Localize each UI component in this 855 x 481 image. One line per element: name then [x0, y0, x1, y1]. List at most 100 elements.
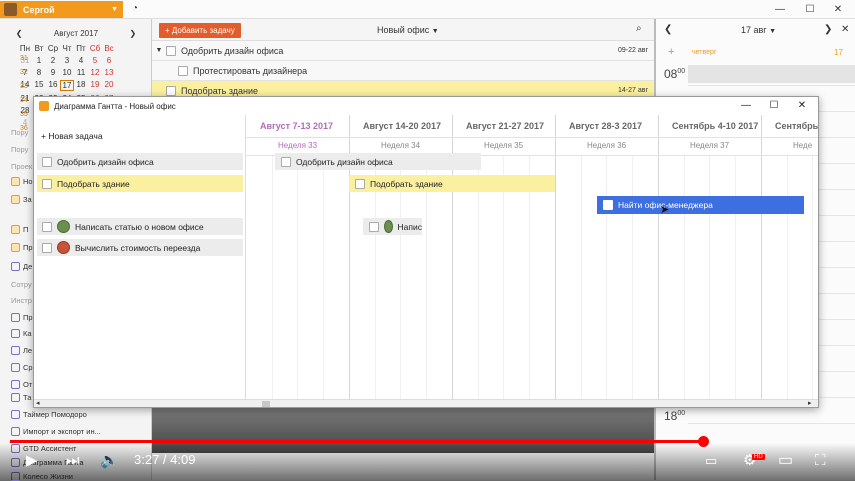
sidebar-item[interactable]: П: [11, 225, 28, 234]
minimize-button[interactable]: —: [770, 2, 790, 17]
theater-mode-icon[interactable]: ▭: [778, 451, 793, 471]
sidebar-item[interactable]: Но: [11, 177, 33, 186]
next-video-icon[interactable]: ⏭: [66, 451, 80, 471]
calendar-day[interactable]: 2: [46, 56, 60, 65]
calendar-day[interactable]: 6: [102, 56, 116, 65]
task-title: Протестировать дизайнера: [193, 65, 308, 76]
scroll-right-arrow[interactable]: ▸: [808, 399, 812, 407]
sidebar-item-label: Де: [23, 262, 33, 271]
sidebar-item[interactable]: Пр: [11, 313, 33, 322]
task-checkbox[interactable]: [369, 221, 379, 232]
sidebar-item-label: Ср: [23, 363, 33, 372]
gantt-bar-manager[interactable]: Найти офис-менеджера: [597, 196, 804, 214]
close-button[interactable]: ✕: [790, 99, 814, 113]
prev-month-button[interactable]: ❮: [16, 29, 23, 38]
gantt-bar-building[interactable]: Подобрать здание: [349, 175, 555, 192]
calendar-day[interactable]: 4: [74, 56, 88, 65]
calendar-day[interactable]: 11: [74, 68, 88, 77]
gantt-day-line: [272, 155, 273, 399]
search-icon[interactable]: ⌕: [636, 23, 642, 34]
prev-day-button[interactable]: ❮: [664, 24, 672, 35]
sidebar-item[interactable]: Пр: [11, 243, 33, 252]
close-button[interactable]: ✕: [828, 2, 848, 17]
hour-slot[interactable]: [688, 85, 855, 86]
add-task-button[interactable]: + Добавить задачу: [159, 23, 241, 38]
sidebar-item[interactable]: Де: [11, 262, 32, 271]
calendar-day[interactable]: 9: [46, 68, 60, 77]
hour-slot[interactable]: [688, 423, 855, 424]
task-checkbox[interactable]: [42, 221, 52, 232]
project-selector[interactable]: Новый офис ▼: [377, 25, 439, 35]
calendar-day[interactable]: 10: [60, 68, 74, 77]
add-event-button[interactable]: +: [668, 46, 674, 58]
calendar-day[interactable]: 17: [60, 80, 74, 91]
sidebar-item-icon: [11, 177, 20, 186]
calendar-day[interactable]: 13: [102, 68, 116, 77]
sidebar-item[interactable]: Импорт и экспорт ин...: [11, 427, 101, 436]
calendar-day[interactable]: 3: [60, 56, 74, 65]
calendar-day[interactable]: 12: [88, 68, 102, 77]
sidebar-item[interactable]: От: [11, 380, 32, 389]
sidebar-item[interactable]: За: [11, 195, 32, 204]
gantt-week-header: Неделя 36: [587, 141, 627, 150]
maximize-button[interactable]: ☐: [762, 99, 786, 113]
gantt-task[interactable]: Написать статью о новом офисе: [37, 218, 243, 235]
task-checkbox[interactable]: [42, 242, 52, 253]
calendar-day[interactable]: 20: [102, 80, 116, 91]
play-icon[interactable]: ▶: [26, 451, 38, 471]
calendar-day[interactable]: 19: [88, 80, 102, 91]
fullscreen-icon[interactable]: ⛶: [815, 451, 826, 471]
user-menu[interactable]: Сергой ▼: [0, 1, 123, 18]
task-checkbox[interactable]: [603, 200, 613, 210]
task-row[interactable]: Протестировать дизайнера: [152, 61, 654, 81]
calendar-day[interactable]: 15: [32, 80, 46, 91]
task-checkbox[interactable]: [166, 45, 176, 56]
calendar-day[interactable]: 5: [88, 56, 102, 65]
calendar-day[interactable]: 16: [46, 80, 60, 91]
close-icon[interactable]: ✕: [841, 24, 849, 35]
scroll-left-arrow[interactable]: ◂: [36, 399, 40, 407]
maximize-button[interactable]: ☐: [800, 2, 820, 17]
all-day-slot[interactable]: [688, 65, 855, 83]
day-date: 17 авг: [741, 25, 767, 35]
task-checkbox[interactable]: [281, 156, 291, 167]
gantt-task[interactable]: Одобрить дизайн офиса: [37, 153, 243, 170]
sidebar-section-label: Пору: [11, 128, 29, 137]
calendar-day[interactable]: 1: [32, 56, 46, 65]
volume-icon[interactable]: 🔈: [100, 451, 119, 471]
day-selector[interactable]: 17 авг ▼: [741, 25, 776, 35]
sidebar-item[interactable]: Ле: [11, 346, 32, 355]
sidebar-item[interactable]: Та: [11, 393, 31, 402]
task-checkbox[interactable]: [355, 178, 365, 189]
minimize-button[interactable]: —: [734, 99, 758, 113]
weekday-header: Чт: [62, 44, 72, 53]
sync-icon[interactable]: ◔: [129, 3, 141, 15]
sidebar-item[interactable]: Таймер Помодоро: [11, 410, 87, 419]
gantt-bar-approve[interactable]: Одобрить дизайн офиса: [275, 153, 481, 170]
horizontal-scrollbar[interactable]: ◂ ▸: [34, 399, 818, 407]
sidebar-item[interactable]: Ка: [11, 329, 32, 338]
task-checkbox[interactable]: [166, 85, 176, 96]
task-checkbox[interactable]: [42, 156, 52, 167]
calendar-day[interactable]: 8: [32, 68, 46, 77]
collapse-icon[interactable]: ▼: [152, 47, 166, 54]
task-checkbox[interactable]: [178, 65, 188, 76]
weekday-header: Ср: [47, 44, 59, 53]
gantt-grid-line: [658, 115, 659, 399]
sidebar-item-icon: [11, 380, 20, 389]
sidebar-item-icon: [11, 346, 20, 355]
subtitles-icon[interactable]: ▭: [705, 451, 717, 471]
sidebar-item[interactable]: Ср: [11, 363, 33, 372]
gantt-task[interactable]: Вычислить стоимость переезда: [37, 239, 243, 256]
new-task-button[interactable]: + Новая задача: [41, 131, 103, 141]
video-scrubber-handle[interactable]: [698, 436, 709, 447]
task-row[interactable]: ▼ Одобрить дизайн офиса 09-22 авг: [152, 41, 654, 61]
calendar-day[interactable]: 18: [74, 80, 88, 91]
task-checkbox[interactable]: [42, 178, 52, 189]
next-day-button[interactable]: ❯: [824, 24, 832, 35]
next-month-button[interactable]: ❯: [130, 29, 137, 38]
gantt-task[interactable]: Подобрать здание: [37, 175, 243, 192]
chevron-down-icon: ▼: [111, 6, 118, 13]
gantt-bar-article[interactable]: Напис: [363, 218, 422, 235]
scrollbar-thumb[interactable]: [262, 401, 270, 407]
